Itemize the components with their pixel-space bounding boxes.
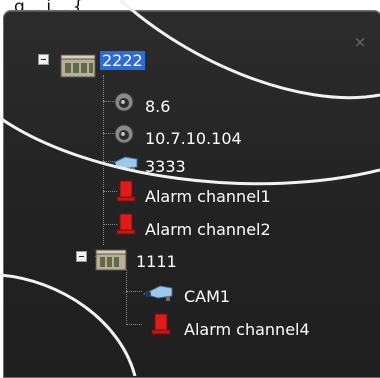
tree-node-alarm[interactable]: Alarm channel4 [182, 314, 312, 344]
server-rack-icon [95, 249, 127, 271]
collapse-toggle-subgroup[interactable] [76, 251, 87, 262]
dome-camera-icon [114, 92, 134, 112]
dome-camera-icon [114, 124, 134, 144]
collapse-toggle-root[interactable] [38, 54, 49, 65]
tree-node-device[interactable]: 10.7.10.104 [143, 123, 244, 153]
device-tree-panel: × 2222 8.6 10.7.10.104 3333 Alarm channe… [3, 10, 380, 378]
tree-node-device[interactable]: 8.6 [143, 91, 172, 121]
alarm-siren-icon [151, 313, 171, 335]
tree-node-label: 3333 [145, 156, 186, 176]
alarm-siren-icon [116, 180, 136, 202]
bullet-camera-icon [107, 156, 138, 172]
tree-connector-subgroup [126, 269, 127, 325]
tree-node-label: 1111 [136, 251, 177, 271]
bullet-camera-icon [142, 285, 173, 301]
tree-node-device[interactable]: CAM1 [182, 281, 232, 311]
tree-node-root[interactable]: 2222 [100, 45, 145, 75]
tree-node-label: CAM1 [184, 286, 231, 306]
tree-node-label: 8.6 [145, 96, 171, 116]
tree-node-alarm[interactable]: Alarm channel2 [143, 214, 273, 244]
server-rack-icon [60, 54, 96, 78]
tree-node-label: 2222 [100, 50, 145, 70]
tree-connector [126, 324, 142, 325]
tree-node-label: Alarm channel2 [145, 219, 271, 239]
tree-node-label: Alarm channel4 [184, 319, 310, 339]
tree-node-label: Alarm channel1 [145, 186, 271, 206]
tree-node-alarm[interactable]: Alarm channel1 [143, 181, 273, 211]
tree-node-label: 10.7.10.104 [145, 128, 242, 148]
alarm-siren-icon [116, 213, 136, 235]
tree-node-device[interactable]: 3333 [143, 151, 188, 181]
tree-node-group[interactable]: 1111 [134, 246, 179, 276]
device-tree: 2222 8.6 10.7.10.104 3333 Alarm channel1… [4, 11, 380, 377]
